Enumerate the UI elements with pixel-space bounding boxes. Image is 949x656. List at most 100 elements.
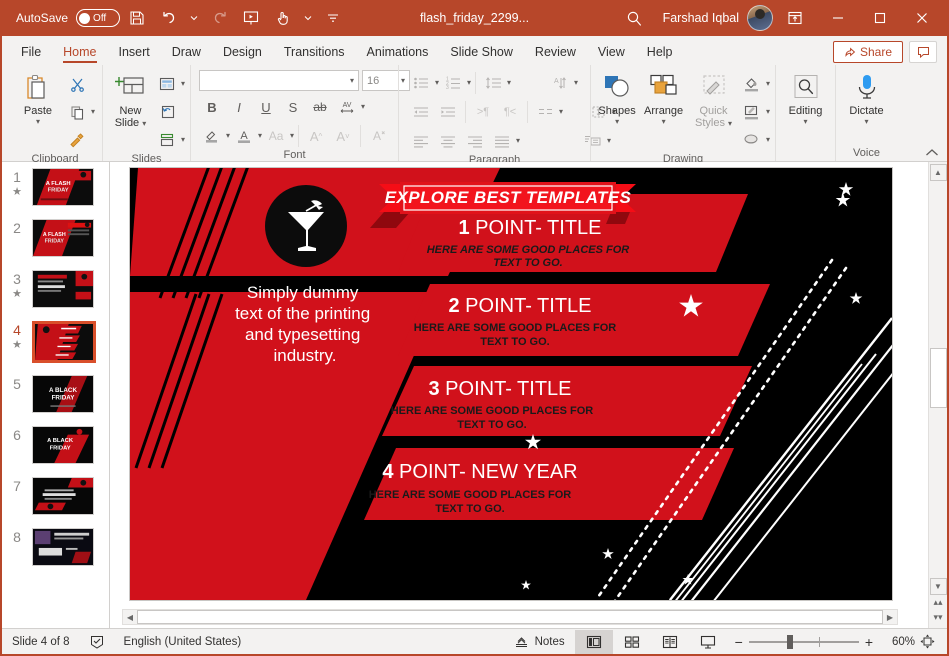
zoom-in-button[interactable]: + <box>865 634 873 650</box>
search-icon[interactable] <box>607 3 663 33</box>
thumbnail-preview-8[interactable] <box>32 528 94 566</box>
quick-styles-caret[interactable]: ▾ <box>728 119 732 128</box>
thumbnail-item-2[interactable]: 2 A FLASH FRIDAY <box>2 219 109 270</box>
decrease-indent-icon[interactable] <box>408 99 434 125</box>
increase-font-size-button[interactable]: A ^ <box>303 123 329 149</box>
scroll-left-icon[interactable]: ◀ <box>123 610 137 624</box>
horizontal-scrollbar[interactable]: ◀ ▶ <box>122 609 898 625</box>
tab-transitions[interactable]: Transitions <box>273 41 356 65</box>
dictate-caret[interactable]: ▾ <box>864 118 868 126</box>
thumbnail-preview-6[interactable]: A BLACK FRIDAY <box>32 426 94 464</box>
close-button[interactable] <box>901 1 943 35</box>
zoom-level-value[interactable]: 60% <box>881 636 915 648</box>
bold-button[interactable]: B <box>199 94 225 120</box>
tab-file[interactable]: File <box>10 41 52 65</box>
format-painter-icon[interactable] <box>64 127 90 153</box>
numbering-caret[interactable]: ▾ <box>467 79 471 87</box>
tab-help[interactable]: Help <box>636 41 684 65</box>
zoom-handle[interactable] <box>786 634 793 649</box>
tab-view[interactable]: View <box>587 41 636 65</box>
bullets-caret[interactable]: ▾ <box>435 79 439 87</box>
text-highlight-icon[interactable] <box>199 123 225 149</box>
thumbnail-item-8[interactable]: 8 <box>2 528 109 579</box>
paste-caret[interactable]: ▾ <box>36 118 40 126</box>
thumbnail-preview-3[interactable] <box>32 270 94 308</box>
zoom-out-button[interactable]: − <box>735 634 743 650</box>
shapes-button[interactable]: Shapes ▾ <box>596 69 638 126</box>
minimize-button[interactable] <box>817 1 859 35</box>
vertical-scroll-thumb[interactable] <box>929 348 947 408</box>
tab-slide-show[interactable]: Slide Show <box>439 41 524 65</box>
tab-insert[interactable]: Insert <box>108 41 161 65</box>
thumbnail-preview-7[interactable] <box>32 477 94 515</box>
zoom-slider[interactable]: − + <box>727 634 881 650</box>
scroll-up-icon[interactable]: ▲ <box>929 164 947 181</box>
bullets-icon[interactable] <box>408 70 434 96</box>
slide-editing-pane[interactable]: EXPLORE BEST TEMPLATES 1 POINT- TITLE HE… <box>110 162 928 628</box>
justify-caret[interactable]: ▾ <box>516 137 520 145</box>
customize-quick-access-icon[interactable] <box>318 4 348 32</box>
shape-fill-icon[interactable] <box>739 71 765 97</box>
font-name-input[interactable]: ▾ <box>199 70 359 91</box>
previous-slide-icon[interactable]: ▴▴ <box>930 595 947 610</box>
thumbnail-preview-1[interactable]: A FLASH FRIDAY <box>32 168 94 206</box>
text-direction-caret[interactable]: ▾ <box>574 79 578 87</box>
align-left-icon[interactable] <box>408 128 434 154</box>
touch-mode-icon[interactable] <box>268 4 298 32</box>
slide-layout-icon[interactable] <box>154 71 180 97</box>
slide-counter[interactable]: Slide 4 of 8 <box>2 630 80 654</box>
tab-design[interactable]: Design <box>212 41 273 65</box>
collapse-ribbon-icon[interactable] <box>925 148 939 157</box>
underline-button[interactable]: U <box>253 94 279 120</box>
thumbnail-preview-4[interactable] <box>32 321 96 363</box>
next-slide-icon[interactable]: ▾▾ <box>930 610 947 625</box>
scroll-down-icon[interactable]: ▼ <box>929 578 947 595</box>
slideshow-view-icon[interactable] <box>689 630 727 654</box>
thumbnail-preview-2[interactable]: A FLASH FRIDAY <box>32 219 94 257</box>
user-name[interactable]: Farshad Iqbal <box>663 11 739 25</box>
shape-effects-caret[interactable]: ▾ <box>766 136 770 144</box>
layout-caret[interactable]: ▾ <box>181 80 185 88</box>
copy-icon[interactable] <box>64 99 90 125</box>
comment-icon[interactable] <box>909 41 937 63</box>
dictate-button[interactable]: Dictate ▾ <box>842 69 892 126</box>
change-case-caret[interactable]: ▾ <box>290 132 294 140</box>
touch-mode-caret[interactable] <box>300 4 316 32</box>
align-right-icon[interactable] <box>462 128 488 154</box>
text-shadow-button[interactable]: S <box>280 94 306 120</box>
start-presentation-icon[interactable] <box>236 4 266 32</box>
thumbnail-preview-5[interactable]: A BLACK FRIDAY <box>32 375 94 413</box>
strikethrough-button[interactable]: ab <box>307 94 333 120</box>
thumbnail-item-7[interactable]: 7 <box>2 477 109 528</box>
shapes-caret[interactable]: ▾ <box>615 118 619 126</box>
tab-draw[interactable]: Draw <box>161 41 212 65</box>
numbering-icon[interactable]: 123 <box>440 70 466 96</box>
character-spacing-caret[interactable]: ▾ <box>361 103 365 111</box>
italic-button[interactable]: I <box>226 94 252 120</box>
slide-sorter-icon[interactable] <box>613 630 651 654</box>
left-to-right-icon[interactable]: >¶ <box>470 99 496 125</box>
thumbnail-item-5[interactable]: 5 A BLACK FRIDAY <box>2 375 109 426</box>
cut-scissors-icon[interactable] <box>64 71 90 97</box>
columns-icon[interactable] <box>532 99 558 125</box>
notes-button[interactable]: Notes <box>504 630 575 654</box>
vertical-scrollbar[interactable]: ▲ ▼ ▴▴ ▾▾ <box>928 162 947 628</box>
new-slide-caret[interactable]: ▾ <box>142 119 146 128</box>
undo-dropdown-caret[interactable] <box>186 4 202 32</box>
shape-effects-icon[interactable] <box>739 127 765 153</box>
change-case-button[interactable]: Aa <box>263 123 289 149</box>
save-icon[interactable] <box>122 4 152 32</box>
language-indicator[interactable]: English (United States) <box>114 630 252 654</box>
scroll-right-icon[interactable]: ▶ <box>883 610 897 624</box>
ribbon-display-options-icon[interactable] <box>773 1 817 35</box>
zoom-track[interactable] <box>748 634 859 649</box>
increase-indent-icon[interactable] <box>435 99 461 125</box>
line-spacing-icon[interactable] <box>480 70 506 96</box>
thumbnail-item-6[interactable]: 6 A BLACK FRIDAY <box>2 426 109 477</box>
spellcheck-icon[interactable] <box>80 630 114 654</box>
avatar[interactable] <box>747 5 773 31</box>
tab-review[interactable]: Review <box>524 41 587 65</box>
align-center-icon[interactable] <box>435 128 461 154</box>
clear-formatting-icon[interactable]: A <box>365 123 391 149</box>
normal-view-icon[interactable] <box>574 629 613 654</box>
